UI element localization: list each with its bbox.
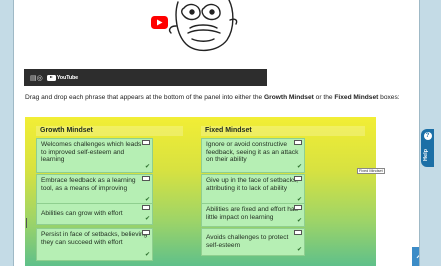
fixed-card[interactable]: Give up in the face of setbacks, attribu… — [201, 174, 305, 206]
check-icon: ✔ — [144, 251, 150, 259]
drop-target-tooltip: Fixed Mindset — [357, 168, 385, 174]
card-handle-icon — [142, 230, 150, 235]
fixed-card-text: Abilities are fixed and effort has littl… — [206, 206, 298, 221]
instructions-fixed: Fixed Mindset — [334, 94, 379, 101]
fixed-card[interactable]: Ignore or avoid constructive feedback, s… — [201, 138, 305, 173]
growth-card[interactable]: Abilities can grow with effort ✔ — [36, 203, 153, 225]
fixed-mindset-heading: Fixed Mindset — [201, 126, 365, 136]
card-handle-icon — [142, 176, 150, 181]
growth-card[interactable]: Persist in face of setbacks, believing t… — [36, 228, 153, 261]
play-button-icon[interactable] — [151, 16, 168, 29]
card-handle-icon — [294, 176, 302, 181]
chevron-up-icon — [416, 252, 419, 263]
youtube-logo[interactable]: YouTube — [46, 74, 79, 81]
instructions-growth: Growth Mindset — [264, 94, 314, 101]
card-handle-icon — [294, 205, 302, 210]
fixed-card-text: Ignore or avoid constructive feedback, s… — [206, 141, 299, 164]
card-handle-icon — [142, 140, 150, 145]
check-icon: ✔ — [296, 163, 302, 171]
card-handle-icon — [294, 140, 302, 145]
growth-card-text: Embrace feedback as a learning tool, as … — [41, 177, 136, 192]
video-illustration — [24, 0, 267, 69]
fixed-card-text: Avoids challenges to protect self-esteem — [206, 234, 289, 249]
fixed-card-text: Give up in the face of setbacks, attribu… — [206, 177, 298, 192]
drag-drop-board: Growth Mindset Fixed Mindset Welcomes ch… — [25, 117, 376, 266]
question-icon: ? — [423, 132, 432, 140]
growth-card[interactable]: Embrace feedback as a learning tool, as … — [36, 174, 153, 206]
growth-mindset-heading: Growth Mindset — [36, 126, 183, 136]
check-icon: ✔ — [296, 246, 302, 254]
check-icon: ✔ — [144, 215, 150, 223]
growth-card-text: Abilities can grow with effort — [41, 210, 123, 217]
fixed-card[interactable]: Abilities are fixed and effort has littl… — [201, 203, 305, 227]
youtube-play-icon — [46, 74, 56, 81]
growth-card-text: Persist in face of setbacks, believing t… — [41, 231, 148, 246]
instructions-prefix: Drag and drop each phrase that appears a… — [25, 94, 265, 101]
fixed-card[interactable]: Avoids challenges to protect self-esteem… — [201, 228, 305, 256]
growth-card-text: Welcomes challenges which leads to impro… — [41, 141, 142, 164]
cc-icon[interactable]: ▤◎ — [30, 74, 43, 82]
scroll-to-top-button[interactable] — [412, 247, 419, 266]
resize-handle[interactable] — [26, 218, 27, 228]
growth-card[interactable]: Welcomes challenges which leads to impro… — [36, 138, 153, 173]
help-tab-button[interactable]: ? Help — [421, 129, 434, 167]
video-control-bar: ▤◎ YouTube — [24, 69, 267, 86]
instructions-text: Drag and drop each phrase that appears a… — [25, 93, 405, 103]
check-icon: ✔ — [144, 163, 150, 171]
youtube-logo-text: YouTube — [56, 74, 79, 81]
instructions-suffix: boxes: — [378, 94, 400, 101]
card-handle-icon — [294, 230, 302, 235]
instructions-middle: or the — [313, 94, 335, 101]
card-handle-icon — [142, 205, 150, 210]
check-icon: ✔ — [296, 217, 302, 225]
content-panel: ▤◎ YouTube Drag and drop each phrase tha… — [13, 0, 420, 266]
help-label: Help — [422, 149, 429, 161]
